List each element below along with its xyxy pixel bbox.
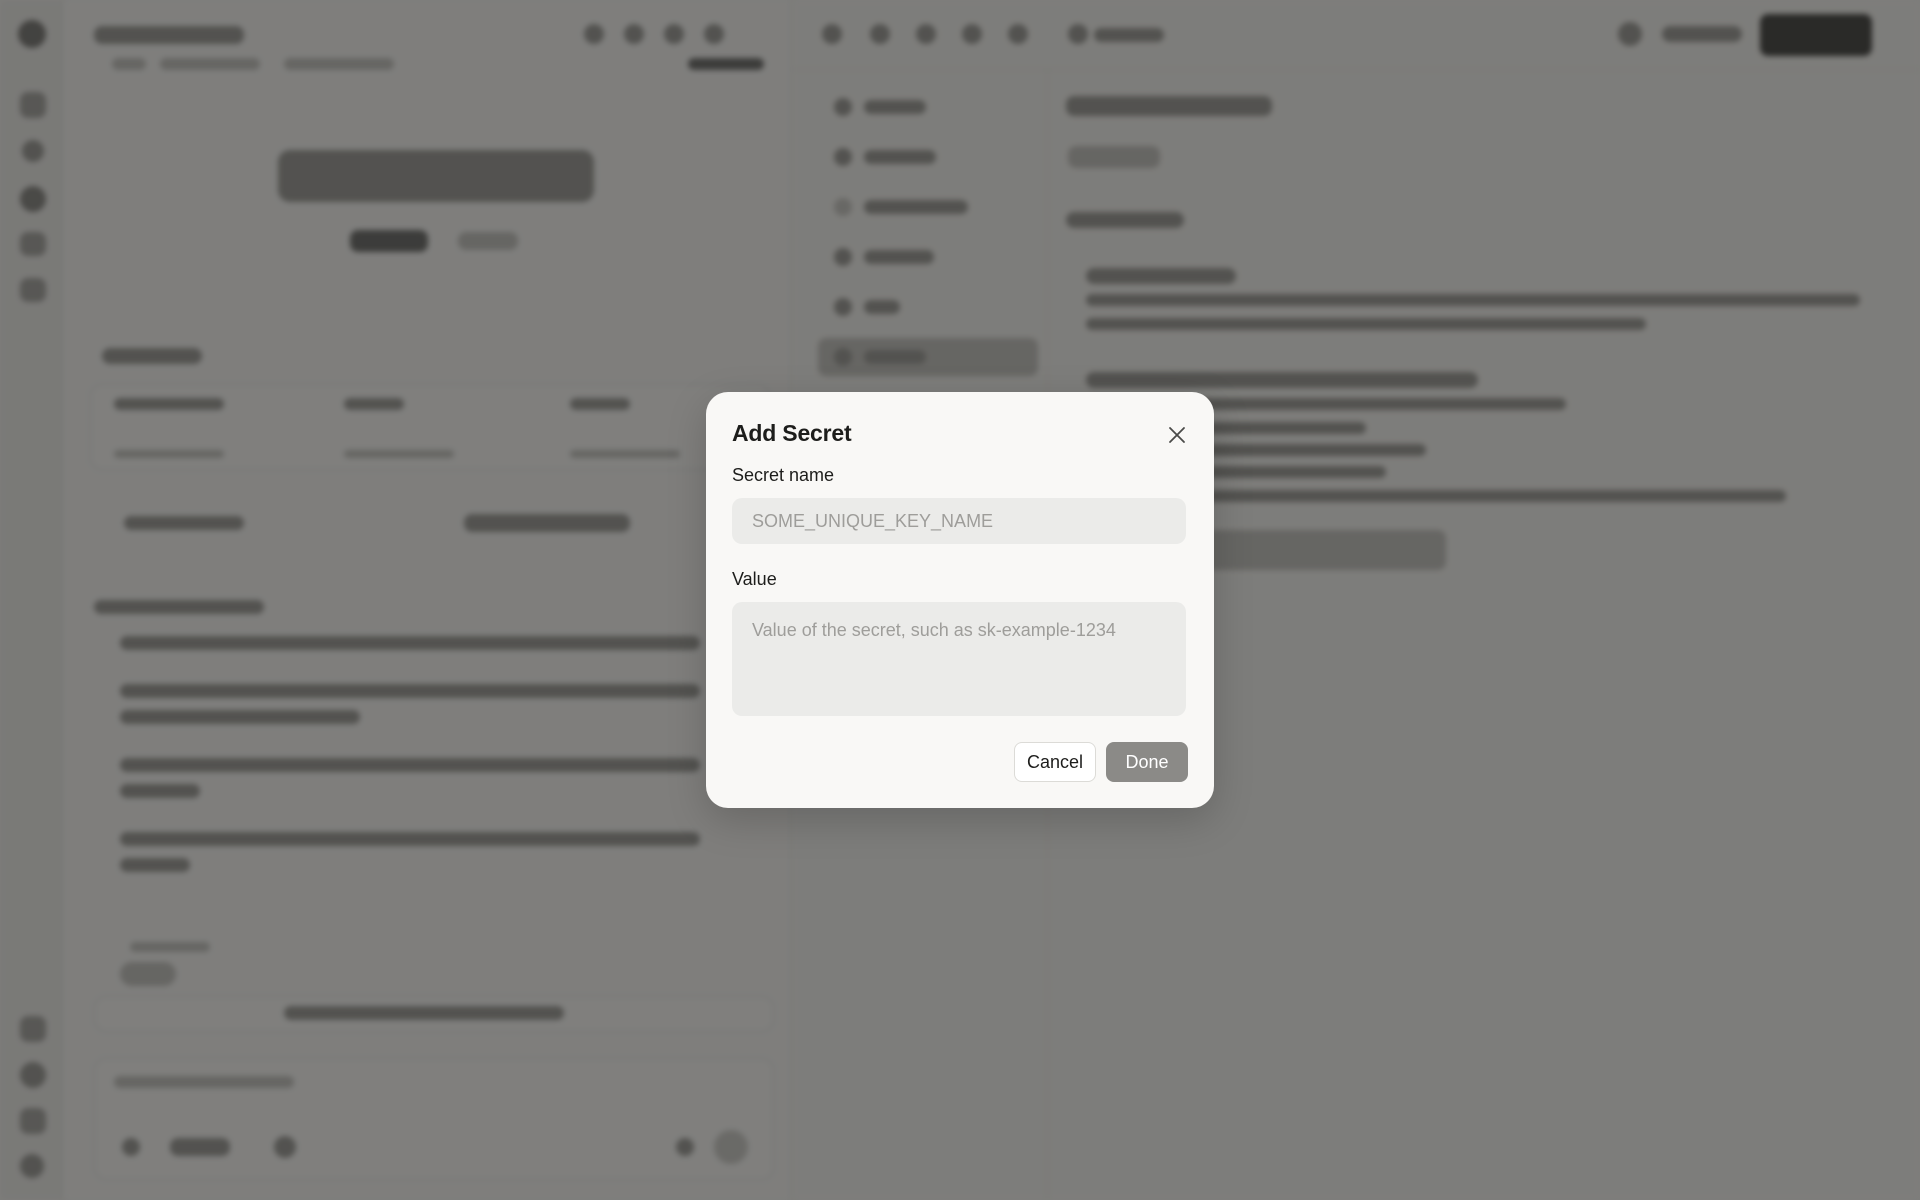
secret-value-textarea[interactable] (732, 602, 1186, 716)
dialog-actions: Cancel Done (1014, 742, 1188, 782)
secret-name-label: Secret name (732, 465, 835, 485)
secret-name-input[interactable] (732, 498, 1186, 544)
secret-value-label: Value (732, 569, 777, 589)
close-icon (1169, 427, 1185, 443)
dialog-title: Add Secret (732, 420, 852, 446)
done-button[interactable]: Done (1106, 742, 1188, 782)
cancel-button[interactable]: Cancel (1014, 742, 1096, 782)
add-secret-dialog: Add Secret Secret name Value Cancel Done (706, 392, 1214, 808)
close-button[interactable] (1162, 420, 1192, 450)
